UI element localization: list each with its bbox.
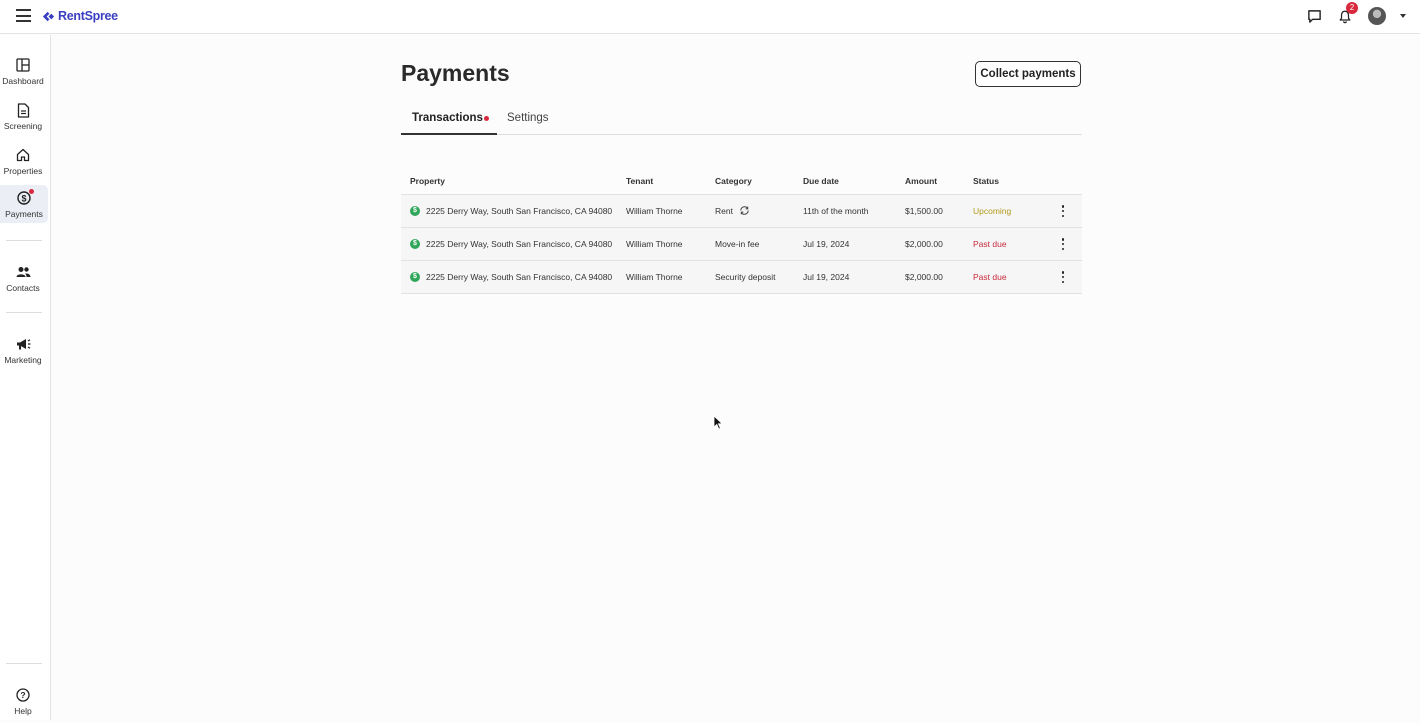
payments-alert-dot bbox=[29, 189, 34, 194]
menu-icon[interactable] bbox=[16, 9, 31, 22]
cell-category: Move-in fee bbox=[715, 239, 760, 249]
cell-due-date: Jul 19, 2024 bbox=[803, 239, 850, 249]
dollar-icon: $ bbox=[410, 206, 420, 216]
more-options-icon[interactable] bbox=[1061, 205, 1065, 217]
column-header-status: Status bbox=[973, 176, 999, 186]
tab-bar: Transactions Settings bbox=[401, 105, 1082, 135]
active-tab-indicator bbox=[401, 133, 497, 135]
column-header-tenant: Tenant bbox=[626, 176, 654, 186]
transactions-table: Property Tenant Category Due date Amount… bbox=[401, 170, 1082, 294]
svg-text:?: ? bbox=[20, 690, 25, 700]
sidebar-divider bbox=[6, 240, 42, 241]
cell-amount: $1,500.00 bbox=[905, 206, 943, 216]
dollar-icon: $ bbox=[410, 272, 420, 282]
collect-payments-button[interactable]: Collect payments bbox=[975, 61, 1081, 87]
rentspree-logo-icon bbox=[42, 11, 55, 21]
sidebar-item-screening[interactable]: Screening bbox=[0, 100, 46, 138]
column-header-due-date: Due date bbox=[803, 176, 839, 186]
sidebar-item-properties[interactable]: Properties bbox=[0, 145, 46, 183]
cell-category: Security deposit bbox=[715, 272, 776, 282]
tab-transactions[interactable]: Transactions bbox=[412, 112, 483, 124]
sidebar: Dashboard Screening Properties $ Payment… bbox=[0, 35, 51, 720]
sidebar-item-label: Dashboard bbox=[2, 76, 44, 86]
column-header-amount: Amount bbox=[905, 176, 938, 186]
sidebar-item-help[interactable]: ? Help bbox=[0, 685, 46, 723]
people-icon bbox=[15, 264, 31, 280]
sidebar-item-marketing[interactable]: Marketing bbox=[0, 334, 46, 372]
column-header-category: Category bbox=[715, 176, 752, 186]
sidebar-item-label: Help bbox=[14, 706, 32, 716]
transactions-alert-dot bbox=[484, 116, 489, 121]
cell-category: Rent bbox=[715, 206, 733, 216]
dollar-icon: $ bbox=[410, 239, 420, 249]
sidebar-item-payments[interactable]: $ Payments bbox=[0, 185, 48, 223]
sidebar-item-label: Properties bbox=[3, 166, 43, 176]
cell-tenant: William Thorne bbox=[626, 272, 683, 282]
table-header: Property Tenant Category Due date Amount… bbox=[401, 170, 1082, 195]
cell-property: 2225 Derry Way, South San Francisco, CA … bbox=[426, 272, 613, 282]
document-icon bbox=[15, 102, 31, 118]
status-badge: Past due bbox=[973, 272, 1007, 282]
cell-tenant: William Thorne bbox=[626, 206, 683, 216]
top-bar: RentSpree 2 bbox=[0, 0, 1420, 34]
megaphone-icon bbox=[15, 336, 31, 352]
sidebar-item-label: Marketing bbox=[4, 355, 42, 365]
sidebar-item-label: Screening bbox=[3, 121, 43, 131]
notification-badge: 2 bbox=[1346, 2, 1358, 14]
sidebar-divider bbox=[6, 312, 42, 313]
cell-property: 2225 Derry Way, South San Francisco, CA … bbox=[426, 239, 613, 249]
sidebar-item-label: Contacts bbox=[6, 283, 40, 293]
avatar[interactable] bbox=[1368, 7, 1386, 25]
cell-amount: $2,000.00 bbox=[905, 272, 943, 282]
home-icon bbox=[15, 147, 31, 163]
help-icon: ? bbox=[15, 687, 31, 703]
dollar-icon: $ bbox=[16, 189, 34, 206]
table-row[interactable]: $ 2225 Derry Way, South San Francisco, C… bbox=[401, 195, 1082, 228]
mouse-cursor-icon bbox=[713, 415, 723, 430]
chat-icon[interactable] bbox=[1304, 6, 1324, 26]
recurring-icon bbox=[740, 206, 749, 215]
cell-due-date: 11th of the month bbox=[803, 206, 869, 216]
cell-amount: $2,000.00 bbox=[905, 239, 943, 249]
cell-due-date: Jul 19, 2024 bbox=[803, 272, 850, 282]
table-row[interactable]: $ 2225 Derry Way, South San Francisco, C… bbox=[401, 261, 1082, 294]
more-options-icon[interactable] bbox=[1061, 238, 1065, 250]
svg-text:$: $ bbox=[21, 193, 26, 203]
table-row[interactable]: $ 2225 Derry Way, South San Francisco, C… bbox=[401, 228, 1082, 261]
notifications-bell-icon[interactable]: 2 bbox=[1335, 2, 1358, 26]
sidebar-item-dashboard[interactable]: Dashboard bbox=[0, 55, 46, 93]
cell-property: 2225 Derry Way, South San Francisco, CA … bbox=[426, 206, 613, 216]
page-title: Payments bbox=[401, 60, 510, 86]
logo[interactable]: RentSpree bbox=[41, 7, 118, 25]
cell-tenant: William Thorne bbox=[626, 239, 683, 249]
sidebar-item-contacts[interactable]: Contacts bbox=[0, 262, 46, 300]
tab-settings[interactable]: Settings bbox=[507, 112, 549, 124]
chevron-down-icon[interactable] bbox=[1400, 14, 1406, 18]
more-options-icon[interactable] bbox=[1061, 271, 1065, 283]
dashboard-icon bbox=[15, 57, 31, 73]
column-header-property: Property bbox=[410, 176, 445, 186]
status-badge: Upcoming bbox=[973, 206, 1012, 216]
brand-name: RentSpree bbox=[58, 9, 118, 23]
sidebar-divider bbox=[6, 663, 42, 664]
status-badge: Past due bbox=[973, 239, 1007, 249]
sidebar-item-label: Payments bbox=[5, 209, 43, 219]
